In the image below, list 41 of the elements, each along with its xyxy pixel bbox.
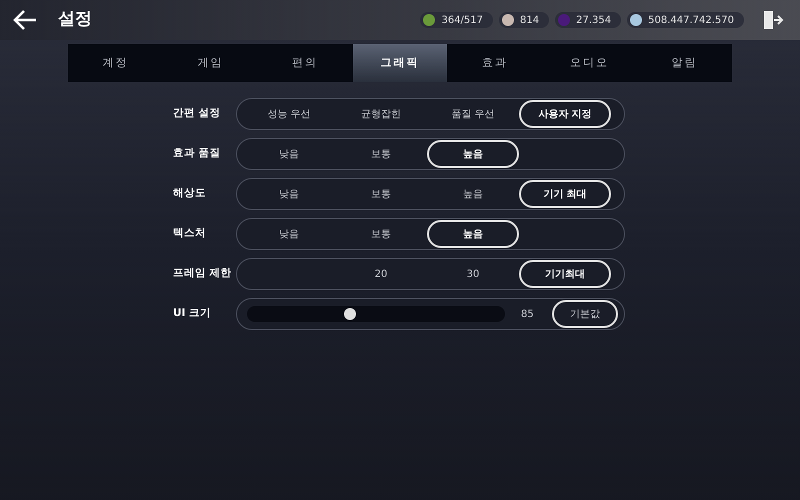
option-button[interactable]: 높음 [427,140,519,168]
option-button[interactable]: 기기최대 [519,260,611,288]
tab[interactable]: 효과 [447,44,542,82]
option-button[interactable]: 보통 [335,220,427,248]
slider-value: 85 [521,308,534,322]
option-button[interactable]: 균형잡힌 [335,100,427,128]
option-button[interactable]: 낮음 [243,180,335,208]
setting-label: 간편 설정 [172,106,222,122]
back-arrow-icon[interactable] [12,9,38,31]
option-button[interactable]: 30 [427,260,519,288]
option-button[interactable]: 보통 [335,180,427,208]
tab[interactable]: 편의 [258,44,353,82]
option-button[interactable]: 높음 [427,220,519,248]
option-button[interactable]: 보통 [335,140,427,168]
slider-thumb[interactable] [344,308,356,320]
tab[interactable]: 계정 [68,44,163,82]
tab[interactable]: 그래픽 [352,44,448,82]
currency-amount: 27.354 [576,14,612,28]
option-button[interactable]: 기기 최대 [519,180,611,208]
setting-label: UI 크기 [172,306,212,322]
exit-door-icon[interactable] [762,9,784,31]
currency-amount: 814 [520,14,540,28]
tab[interactable]: 게임 [162,44,258,82]
tab[interactable]: 알림 [637,44,732,82]
default-button[interactable]: 기본값 [552,300,618,328]
tab[interactable]: 오디오 [542,44,638,82]
option-button[interactable]: 20 [335,260,427,288]
option-button[interactable]: 품질 우선 [427,100,519,128]
setting-label: 효과 품질 [172,146,222,162]
currency-amount: 508.447.742.570 [648,14,734,28]
setting-label: 프레임 제한 [172,266,233,282]
option-button[interactable]: 사용자 지정 [519,100,611,128]
page-title: 설정 [58,8,92,32]
setting-label: 텍스처 [172,226,207,242]
currency-amount: 364/517 [441,14,484,28]
setting-label: 해상도 [172,186,207,202]
option-button[interactable]: 낮음 [243,220,335,248]
option-button[interactable]: 높음 [427,180,519,208]
slider-track[interactable] [247,306,505,322]
option-button[interactable]: 낮음 [243,140,335,168]
option-button[interactable]: 성능 우선 [243,100,335,128]
